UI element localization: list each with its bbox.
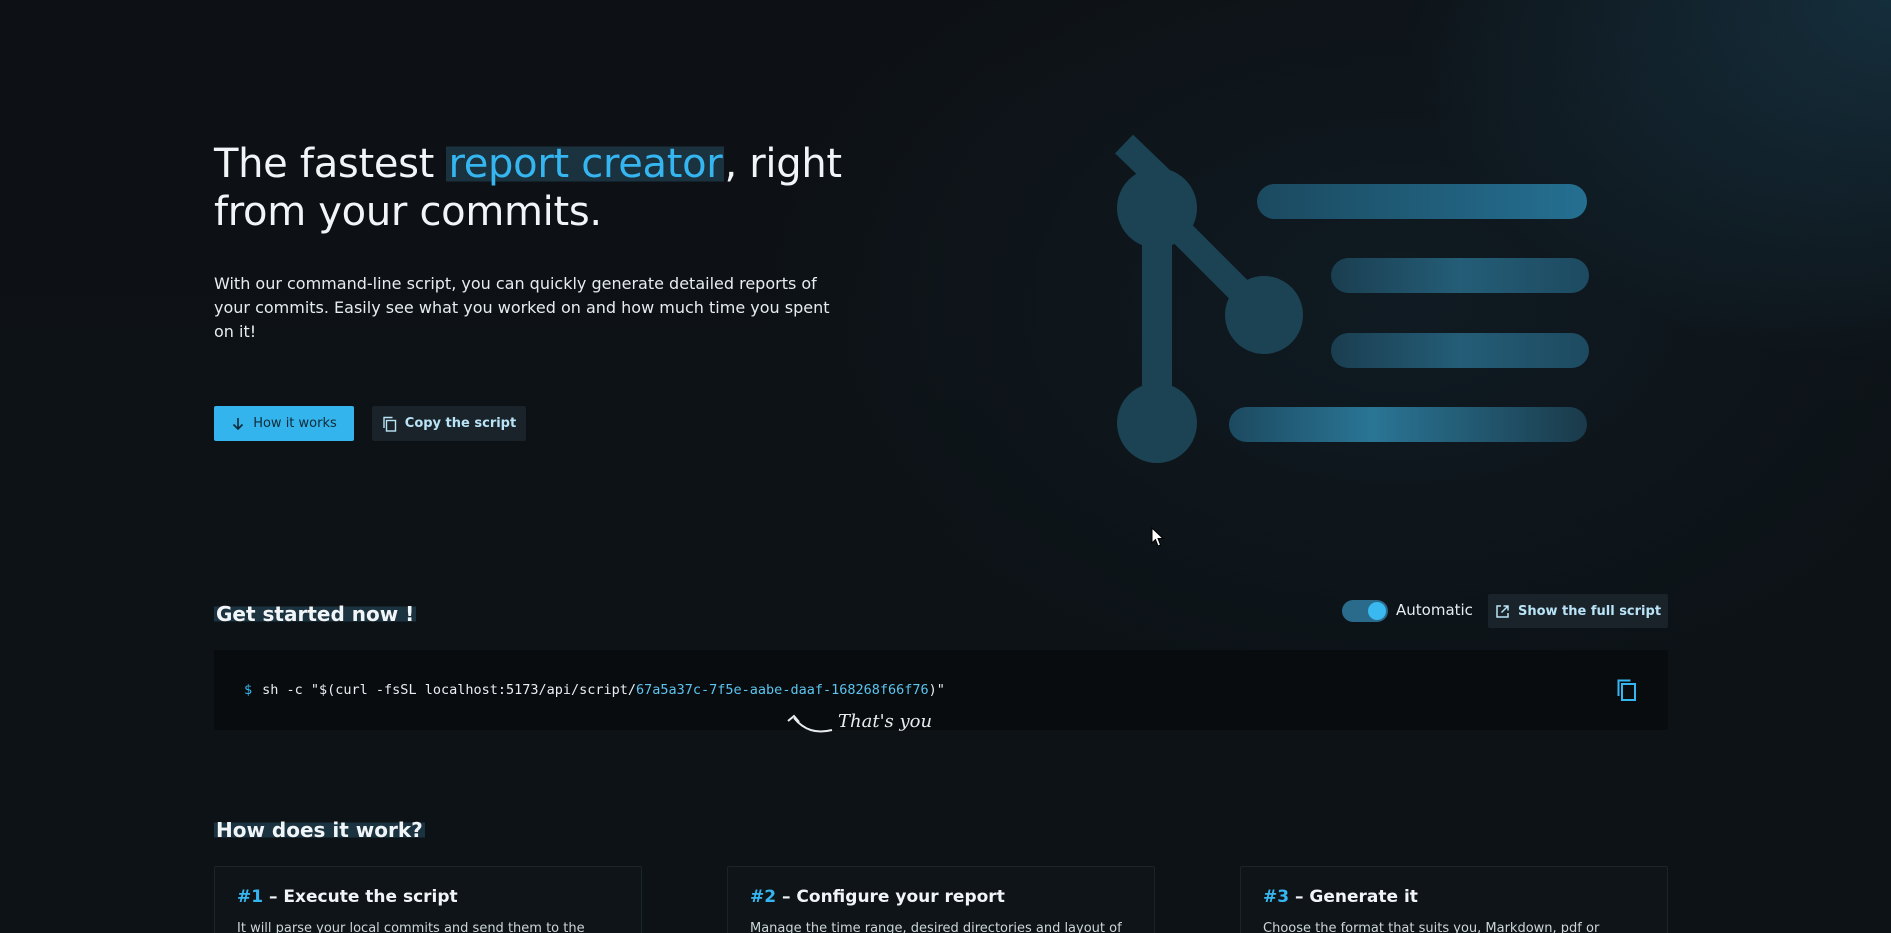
step-card-2: #2 – Configure your report Manage the ti… bbox=[727, 866, 1155, 933]
how-it-works-title: How does it work? bbox=[214, 818, 425, 842]
shell-prompt: $ bbox=[244, 682, 253, 698]
step-number: #3 bbox=[1263, 887, 1290, 907]
step-card-title: #2 – Configure your report bbox=[750, 887, 1132, 907]
how-it-works-button[interactable]: How it works bbox=[214, 406, 354, 441]
copy-script-button[interactable]: Copy the script bbox=[372, 406, 526, 441]
copy-script-label: Copy the script bbox=[404, 416, 517, 431]
step-description: It will parse your local commits and sen… bbox=[237, 921, 585, 933]
mouse-cursor-icon bbox=[1151, 527, 1165, 547]
hero-title-highlight: report creator bbox=[446, 141, 725, 187]
show-full-script-label: Show the full script bbox=[1517, 603, 1662, 619]
automatic-toggle[interactable] bbox=[1342, 600, 1388, 622]
external-link-icon bbox=[1496, 604, 1509, 618]
command-suffix: )" bbox=[928, 682, 945, 698]
step-title: – Configure your report bbox=[776, 887, 1005, 907]
command-box: $ sh -c "$(curl -fsSL localhost:5173/api/… bbox=[214, 650, 1668, 730]
thats-you-text: That's you bbox=[838, 711, 933, 732]
command-prefix: sh -c "$(curl -fsSL localhost:5173/api/s… bbox=[262, 682, 637, 698]
command-uuid: 67a5a37c-7f5e-aabe-daaf-168268f66f76 bbox=[636, 682, 929, 698]
step-title: – Execute the script bbox=[263, 887, 458, 907]
copy-icon bbox=[383, 416, 396, 432]
copy-command-icon[interactable] bbox=[1616, 678, 1638, 702]
step-description: Manage the time range, desired directori… bbox=[750, 921, 1122, 933]
automatic-toggle-label: Automatic bbox=[1396, 601, 1473, 619]
how-it-works-label: How it works bbox=[253, 416, 337, 431]
show-full-script-button[interactable]: Show the full script bbox=[1488, 594, 1668, 628]
step-card-title: #1 – Execute the script bbox=[237, 887, 619, 907]
arrow-down-icon bbox=[233, 417, 244, 430]
hero-title: The fastest report creator, right from y… bbox=[214, 140, 894, 236]
git-report-illustration bbox=[1114, 134, 1589, 463]
hero-description: With our command-line script, you can qu… bbox=[214, 274, 830, 341]
thats-you-annotation: That's you bbox=[786, 710, 936, 742]
step-card-3: #3 – Generate it Choose the format that … bbox=[1240, 866, 1668, 933]
toggle-knob bbox=[1368, 602, 1386, 620]
command-line[interactable]: $ sh -c "$(curl -fsSL localhost:5173/api/… bbox=[244, 682, 945, 698]
curved-arrow-icon bbox=[787, 714, 833, 733]
step-title: – Generate it bbox=[1289, 887, 1418, 907]
get-started-title: Get started now ! bbox=[214, 602, 417, 626]
step-number: #2 bbox=[750, 887, 777, 907]
hero-title-start: The fastest bbox=[214, 141, 447, 187]
step-card-1: #1 – Execute the script It will parse yo… bbox=[214, 866, 642, 933]
step-number: #1 bbox=[237, 887, 264, 907]
step-description: Choose the format that suits you, Markdo… bbox=[1263, 921, 1600, 933]
step-card-title: #3 – Generate it bbox=[1263, 887, 1645, 907]
